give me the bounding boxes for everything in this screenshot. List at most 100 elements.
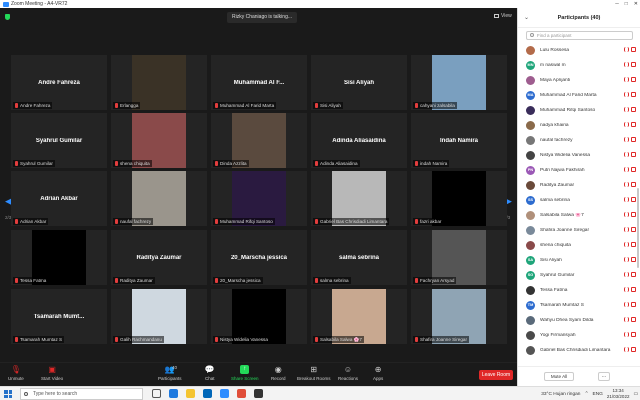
- tile-label-text: 20_Marscha jessica: [220, 278, 261, 283]
- participant-row[interactable]: Salsabila Salwa 🌸7: [526, 208, 636, 222]
- participant-status-icons: [624, 332, 636, 337]
- avatar: MA: [526, 90, 535, 100]
- video-grid: Andre Fahreza Andre Fahreza Erlangga Muhamm…: [11, 55, 507, 347]
- view-button[interactable]: View: [494, 13, 512, 19]
- video-tile[interactable]: salma sebrina salma sebrina: [311, 230, 407, 285]
- record-button[interactable]: ◉ Record: [271, 365, 286, 381]
- weather-status[interactable]: 33°C Hujan ringan: [541, 392, 580, 397]
- video-tile[interactable]: Syahrul Gumilar Syahrul Gumilar: [11, 113, 107, 168]
- share-screen-button[interactable]: ↑ Share Screen: [231, 365, 259, 381]
- video-tile[interactable]: Muhammad Rifqi Santoso: [211, 171, 307, 226]
- participant-row[interactable]: SS salma sebrina: [526, 193, 636, 207]
- participant-name: Salsabila Salwa 🌸7: [540, 212, 584, 218]
- tile-name: Muhammad Al F...: [233, 79, 285, 86]
- minimize-icon[interactable]: ─: [615, 0, 619, 8]
- participant-search-input[interactable]: Find a participant: [526, 31, 633, 40]
- participant-status-icons: [624, 257, 636, 262]
- participant-row[interactable]: naufal fachrezy: [526, 133, 636, 147]
- participant-row[interactable]: Gabriel Bas Chrisdiadi Limantara: [526, 343, 636, 357]
- start-video-button[interactable]: ▣ Start Video: [41, 365, 63, 381]
- maximize-icon[interactable]: □: [625, 0, 628, 8]
- video-tile[interactable]: Sisi Aliyah Sisi Aliyah: [311, 55, 407, 110]
- participant-row[interactable]: Tessa Fatma: [526, 283, 636, 297]
- participant-row[interactable]: Maya Aprijanti: [526, 73, 636, 87]
- participants-title: Participants (40): [557, 15, 601, 21]
- participant-row[interactable]: Yogi Firmansyah: [526, 328, 636, 342]
- participant-row[interactable]: Nistya Widelia Vanessa: [526, 148, 636, 162]
- zoom-logo-icon: [3, 1, 9, 7]
- participant-status-icons: [624, 302, 636, 307]
- participant-row[interactable]: MN m naswal m: [526, 58, 636, 72]
- mic-muted-icon: [624, 212, 629, 217]
- mic-muted-icon: [15, 219, 18, 224]
- tray-chevron-icon[interactable]: ⌃: [584, 392, 588, 397]
- app-icon-2[interactable]: [254, 389, 263, 398]
- video-tile[interactable]: Shafira Joanne Siregar: [411, 289, 507, 344]
- windows-start-icon[interactable]: [4, 390, 12, 398]
- zoom-taskbar-icon[interactable]: [220, 389, 229, 398]
- video-tile[interactable]: Adinda Aliasaidina Adinda Aliasaidina: [311, 113, 407, 168]
- breakout-rooms-button[interactable]: ⊞ Breakout Rooms: [297, 365, 331, 381]
- meeting-toolbar: 🎙 Unmute ▣ Start Video 👥 40 Participants…: [0, 362, 517, 386]
- video-tile[interactable]: Tsamarah Mumt... Tsamarah Mumtaz S: [11, 289, 107, 344]
- grid-view-icon: [494, 14, 499, 18]
- participant-name: Gabriel Bas Chrisdiadi Limantara: [540, 347, 611, 353]
- participant-row[interactable]: nadya khairia: [526, 118, 636, 132]
- reactions-button[interactable]: ☺ Reactions: [338, 365, 358, 381]
- taskbar-search-input[interactable]: Type here to search: [20, 388, 143, 400]
- store-icon[interactable]: [203, 389, 212, 398]
- video-tile[interactable]: 20_Marscha jessica 20_Marscha jessica: [211, 230, 307, 285]
- video-tile[interactable]: Adrian Akbar Adrian Akbar: [11, 171, 107, 226]
- participant-status-icons: [624, 92, 636, 97]
- file-explorer-icon[interactable]: [186, 389, 195, 398]
- video-tile[interactable]: Nistya Widelia Vanessa: [211, 289, 307, 344]
- participant-name: Raditya Zaumar: [540, 182, 575, 188]
- video-tile[interactable]: Fachryan Arsyad: [411, 230, 507, 285]
- participant-row[interactable]: SG Syahrul Gumilar: [526, 268, 636, 282]
- task-view-icon[interactable]: [152, 389, 161, 398]
- video-tile[interactable]: Gabriel Bas Chrisdiadi Limantara: [311, 171, 407, 226]
- language-indicator[interactable]: ENG: [593, 392, 603, 397]
- app-icon[interactable]: [237, 389, 246, 398]
- participant-row[interactable]: Wahyu Dhea Syam Dilda: [526, 313, 636, 327]
- leave-room-button[interactable]: Leave Room: [479, 370, 513, 380]
- video-tile[interactable]: cahyani zalsabila: [411, 55, 507, 110]
- close-icon[interactable]: ✕: [634, 0, 638, 8]
- participant-row[interactable]: Muhammad Rifqi Santoso: [526, 103, 636, 117]
- video-tile[interactable]: fazri akbar: [411, 171, 507, 226]
- unmute-button[interactable]: 🎙 Unmute: [8, 365, 24, 381]
- participant-row[interactable]: SA Sisi Aliyah: [526, 253, 636, 267]
- video-tile[interactable]: shena chiquita: [111, 113, 207, 168]
- security-shield-icon[interactable]: [5, 14, 10, 20]
- mute-all-button[interactable]: Mute All: [544, 372, 574, 381]
- participants-button[interactable]: 👥 40 Participants: [158, 365, 182, 381]
- tile-name: Raditya Zaumar: [136, 254, 182, 261]
- participant-row[interactable]: Raditya Zaumar: [526, 178, 636, 192]
- video-tile[interactable]: Muhammad Al F... Muhammad Al Farid Marta: [211, 55, 307, 110]
- participant-row[interactable]: PN Putri Najwa Fakhirah: [526, 163, 636, 177]
- video-tile[interactable]: Raditya Zaumar Raditya Zaumar: [111, 230, 207, 285]
- participant-row[interactable]: shena chiquita: [526, 238, 636, 252]
- tile-label: fazri akbar: [413, 218, 444, 225]
- video-tile[interactable]: Indah Namira indah Namira: [411, 113, 507, 168]
- video-tile[interactable]: Tessa Fatma: [11, 230, 107, 285]
- edge-icon[interactable]: [169, 389, 178, 398]
- mic-muted-icon: [624, 137, 629, 142]
- chat-button[interactable]: 💬 Chat: [205, 365, 215, 381]
- participant-row[interactable]: TM Tsamarah Mumtaz S: [526, 298, 636, 312]
- video-tile[interactable]: Dinda Azzlita: [211, 113, 307, 168]
- apps-button[interactable]: ⊕ Apps: [373, 365, 383, 381]
- participant-row[interactable]: Shafira Joanne Siregar: [526, 223, 636, 237]
- notification-icon[interactable]: ▭: [633, 392, 638, 397]
- more-options-button[interactable]: ...: [598, 372, 610, 381]
- video-tile[interactable]: Salsabila Salwa 🌸7: [311, 289, 407, 344]
- participant-status-icons: [624, 242, 636, 247]
- video-tile[interactable]: naufal fachrezy: [111, 171, 207, 226]
- video-tile[interactable]: Andre Fahreza Andre Fahreza: [11, 55, 107, 110]
- video-tile[interactable]: Erlangga: [111, 55, 207, 110]
- clock[interactable]: 13:34 21/03/2022: [607, 388, 630, 400]
- participant-row[interactable]: MA Muhammad Al Farid Marta: [526, 88, 636, 102]
- participant-list-scrollbar[interactable]: [637, 188, 639, 268]
- participant-row[interactable]: Lulu Rossesa: [526, 43, 636, 57]
- video-tile[interactable]: Galih Rachmandanu: [111, 289, 207, 344]
